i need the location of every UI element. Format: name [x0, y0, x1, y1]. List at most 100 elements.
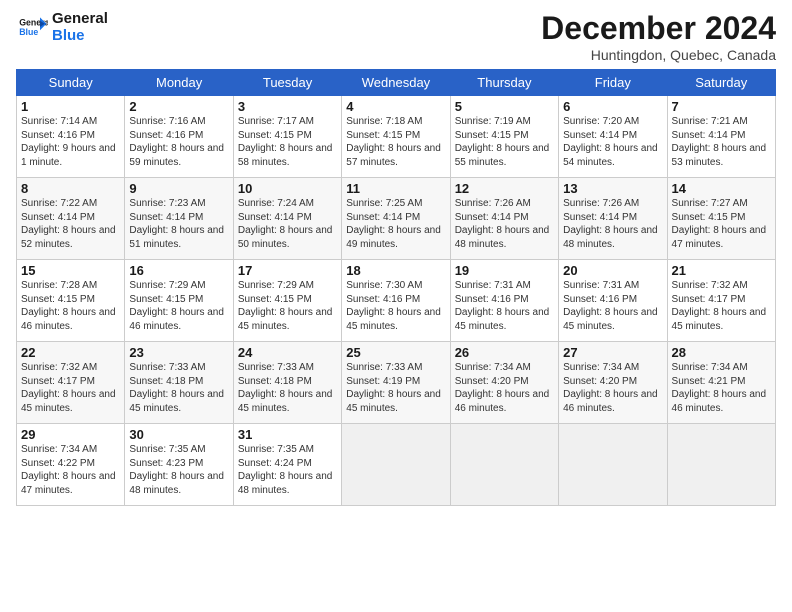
weekday-header-monday: Monday: [125, 70, 233, 96]
day-number: 10: [238, 181, 337, 196]
day-info: Sunrise: 7:32 AMSunset: 4:17 PMDaylight:…: [21, 361, 120, 415]
calendar-cell: 30Sunrise: 7:35 AMSunset: 4:23 PMDayligh…: [125, 424, 233, 506]
day-info: Sunrise: 7:34 AMSunset: 4:22 PMDaylight:…: [21, 443, 120, 497]
weekday-header-wednesday: Wednesday: [342, 70, 450, 96]
header-row: General Blue General Blue December 2024 …: [16, 10, 776, 63]
calendar-cell: [667, 424, 775, 506]
day-number: 11: [346, 181, 445, 196]
day-info: Sunrise: 7:34 AMSunset: 4:20 PMDaylight:…: [455, 361, 554, 415]
day-number: 26: [455, 345, 554, 360]
day-number: 4: [346, 99, 445, 114]
week-row-3: 15Sunrise: 7:28 AMSunset: 4:15 PMDayligh…: [17, 260, 776, 342]
calendar-table: SundayMondayTuesdayWednesdayThursdayFrid…: [16, 69, 776, 506]
day-number: 17: [238, 263, 337, 278]
calendar-cell: 18Sunrise: 7:30 AMSunset: 4:16 PMDayligh…: [342, 260, 450, 342]
calendar-cell: 29Sunrise: 7:34 AMSunset: 4:22 PMDayligh…: [17, 424, 125, 506]
calendar-cell: [342, 424, 450, 506]
day-info: Sunrise: 7:24 AMSunset: 4:14 PMDaylight:…: [238, 197, 337, 251]
day-number: 9: [129, 181, 228, 196]
day-info: Sunrise: 7:33 AMSunset: 4:18 PMDaylight:…: [129, 361, 228, 415]
calendar-cell: 24Sunrise: 7:33 AMSunset: 4:18 PMDayligh…: [233, 342, 341, 424]
day-info: Sunrise: 7:23 AMSunset: 4:14 PMDaylight:…: [129, 197, 228, 251]
day-number: 5: [455, 99, 554, 114]
calendar-cell: 2Sunrise: 7:16 AMSunset: 4:16 PMDaylight…: [125, 96, 233, 178]
day-info: Sunrise: 7:34 AMSunset: 4:21 PMDaylight:…: [672, 361, 771, 415]
day-info: Sunrise: 7:25 AMSunset: 4:14 PMDaylight:…: [346, 197, 445, 251]
day-number: 16: [129, 263, 228, 278]
page-container: General Blue General Blue December 2024 …: [0, 0, 792, 514]
weekday-header-friday: Friday: [559, 70, 667, 96]
logo-icon: General Blue: [16, 11, 48, 43]
day-number: 31: [238, 427, 337, 442]
calendar-cell: 31Sunrise: 7:35 AMSunset: 4:24 PMDayligh…: [233, 424, 341, 506]
day-info: Sunrise: 7:18 AMSunset: 4:15 PMDaylight:…: [346, 115, 445, 169]
day-info: Sunrise: 7:31 AMSunset: 4:16 PMDaylight:…: [563, 279, 662, 333]
day-info: Sunrise: 7:16 AMSunset: 4:16 PMDaylight:…: [129, 115, 228, 169]
calendar-cell: 10Sunrise: 7:24 AMSunset: 4:14 PMDayligh…: [233, 178, 341, 260]
calendar-cell: 12Sunrise: 7:26 AMSunset: 4:14 PMDayligh…: [450, 178, 558, 260]
calendar-cell: 4Sunrise: 7:18 AMSunset: 4:15 PMDaylight…: [342, 96, 450, 178]
day-number: 23: [129, 345, 228, 360]
day-number: 27: [563, 345, 662, 360]
day-info: Sunrise: 7:17 AMSunset: 4:15 PMDaylight:…: [238, 115, 337, 169]
calendar-cell: 22Sunrise: 7:32 AMSunset: 4:17 PMDayligh…: [17, 342, 125, 424]
calendar-cell: 28Sunrise: 7:34 AMSunset: 4:21 PMDayligh…: [667, 342, 775, 424]
title-block: December 2024 Huntingdon, Quebec, Canada: [541, 10, 776, 63]
day-info: Sunrise: 7:35 AMSunset: 4:24 PMDaylight:…: [238, 443, 337, 497]
calendar-cell: 16Sunrise: 7:29 AMSunset: 4:15 PMDayligh…: [125, 260, 233, 342]
calendar-cell: 11Sunrise: 7:25 AMSunset: 4:14 PMDayligh…: [342, 178, 450, 260]
day-number: 30: [129, 427, 228, 442]
calendar-cell: 7Sunrise: 7:21 AMSunset: 4:14 PMDaylight…: [667, 96, 775, 178]
calendar-cell: 25Sunrise: 7:33 AMSunset: 4:19 PMDayligh…: [342, 342, 450, 424]
calendar-cell: 3Sunrise: 7:17 AMSunset: 4:15 PMDaylight…: [233, 96, 341, 178]
week-row-2: 8Sunrise: 7:22 AMSunset: 4:14 PMDaylight…: [17, 178, 776, 260]
day-info: Sunrise: 7:21 AMSunset: 4:14 PMDaylight:…: [672, 115, 771, 169]
logo-text: General Blue: [52, 10, 108, 44]
day-number: 25: [346, 345, 445, 360]
day-number: 19: [455, 263, 554, 278]
day-info: Sunrise: 7:30 AMSunset: 4:16 PMDaylight:…: [346, 279, 445, 333]
day-number: 22: [21, 345, 120, 360]
day-info: Sunrise: 7:20 AMSunset: 4:14 PMDaylight:…: [563, 115, 662, 169]
calendar-cell: 21Sunrise: 7:32 AMSunset: 4:17 PMDayligh…: [667, 260, 775, 342]
calendar-cell: 23Sunrise: 7:33 AMSunset: 4:18 PMDayligh…: [125, 342, 233, 424]
day-number: 1: [21, 99, 120, 114]
location: Huntingdon, Quebec, Canada: [541, 47, 776, 63]
svg-text:Blue: Blue: [19, 27, 38, 37]
day-number: 28: [672, 345, 771, 360]
day-number: 7: [672, 99, 771, 114]
day-number: 3: [238, 99, 337, 114]
calendar-cell: [450, 424, 558, 506]
day-info: Sunrise: 7:32 AMSunset: 4:17 PMDaylight:…: [672, 279, 771, 333]
calendar-cell: 27Sunrise: 7:34 AMSunset: 4:20 PMDayligh…: [559, 342, 667, 424]
day-info: Sunrise: 7:33 AMSunset: 4:18 PMDaylight:…: [238, 361, 337, 415]
day-info: Sunrise: 7:19 AMSunset: 4:15 PMDaylight:…: [455, 115, 554, 169]
calendar-cell: 19Sunrise: 7:31 AMSunset: 4:16 PMDayligh…: [450, 260, 558, 342]
day-number: 18: [346, 263, 445, 278]
day-number: 6: [563, 99, 662, 114]
day-number: 15: [21, 263, 120, 278]
day-info: Sunrise: 7:29 AMSunset: 4:15 PMDaylight:…: [238, 279, 337, 333]
calendar-cell: 20Sunrise: 7:31 AMSunset: 4:16 PMDayligh…: [559, 260, 667, 342]
day-number: 29: [21, 427, 120, 442]
week-row-1: 1Sunrise: 7:14 AMSunset: 4:16 PMDaylight…: [17, 96, 776, 178]
day-number: 13: [563, 181, 662, 196]
weekday-header-sunday: Sunday: [17, 70, 125, 96]
week-row-4: 22Sunrise: 7:32 AMSunset: 4:17 PMDayligh…: [17, 342, 776, 424]
calendar-cell: 14Sunrise: 7:27 AMSunset: 4:15 PMDayligh…: [667, 178, 775, 260]
day-info: Sunrise: 7:33 AMSunset: 4:19 PMDaylight:…: [346, 361, 445, 415]
day-number: 2: [129, 99, 228, 114]
calendar-cell: 17Sunrise: 7:29 AMSunset: 4:15 PMDayligh…: [233, 260, 341, 342]
day-number: 12: [455, 181, 554, 196]
day-number: 24: [238, 345, 337, 360]
day-info: Sunrise: 7:27 AMSunset: 4:15 PMDaylight:…: [672, 197, 771, 251]
calendar-cell: 26Sunrise: 7:34 AMSunset: 4:20 PMDayligh…: [450, 342, 558, 424]
calendar-cell: 9Sunrise: 7:23 AMSunset: 4:14 PMDaylight…: [125, 178, 233, 260]
calendar-cell: 1Sunrise: 7:14 AMSunset: 4:16 PMDaylight…: [17, 96, 125, 178]
day-number: 21: [672, 263, 771, 278]
weekday-header-tuesday: Tuesday: [233, 70, 341, 96]
day-number: 8: [21, 181, 120, 196]
day-info: Sunrise: 7:29 AMSunset: 4:15 PMDaylight:…: [129, 279, 228, 333]
logo: General Blue General Blue: [16, 10, 108, 44]
day-info: Sunrise: 7:22 AMSunset: 4:14 PMDaylight:…: [21, 197, 120, 251]
